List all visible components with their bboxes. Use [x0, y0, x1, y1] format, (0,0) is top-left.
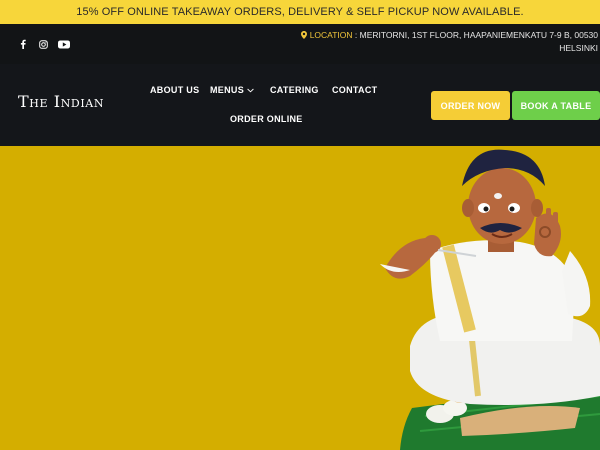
nav-menus-label: MENUS: [210, 85, 245, 95]
order-now-button[interactable]: ORDER NOW: [431, 91, 510, 120]
promo-banner: 15% OFF ONLINE TAKEAWAY ORDERS, DELIVERY…: [0, 0, 600, 24]
site-logo[interactable]: The Indian: [18, 92, 104, 111]
location-address: : MERITORNI, 1ST FLOOR, HAAPANIEMENKATU …: [352, 30, 598, 40]
book-table-button[interactable]: BOOK A TABLE: [512, 91, 600, 120]
hero-section: [0, 146, 600, 450]
nav-contact[interactable]: CONTACT: [332, 85, 377, 95]
nav-menus[interactable]: MENUS: [210, 85, 254, 95]
instagram-icon[interactable]: [38, 39, 48, 49]
hero-illustration: [380, 149, 600, 450]
nav-about-us[interactable]: ABOUT US: [150, 85, 199, 95]
chevron-down-icon: [247, 85, 254, 95]
location-pin-icon: [301, 30, 309, 40]
facebook-icon[interactable]: [18, 39, 28, 49]
nav-order-online[interactable]: ORDER ONLINE: [230, 114, 303, 124]
nav-catering[interactable]: CATERING: [270, 85, 319, 95]
top-info-bar: LOCATION : MERITORNI, 1ST FLOOR, HAAPANI…: [0, 24, 600, 64]
promo-text: 15% OFF ONLINE TAKEAWAY ORDERS, DELIVERY…: [76, 6, 524, 18]
location-info: LOCATION : MERITORNI, 1ST FLOOR, HAAPANI…: [298, 29, 598, 55]
youtube-icon[interactable]: [58, 39, 70, 49]
location-label: LOCATION: [309, 30, 353, 40]
location-city: HELSINKI: [559, 43, 598, 53]
social-links: [18, 24, 70, 64]
main-navigation: The Indian ABOUT US MENUS CATERING CONTA…: [0, 64, 600, 146]
